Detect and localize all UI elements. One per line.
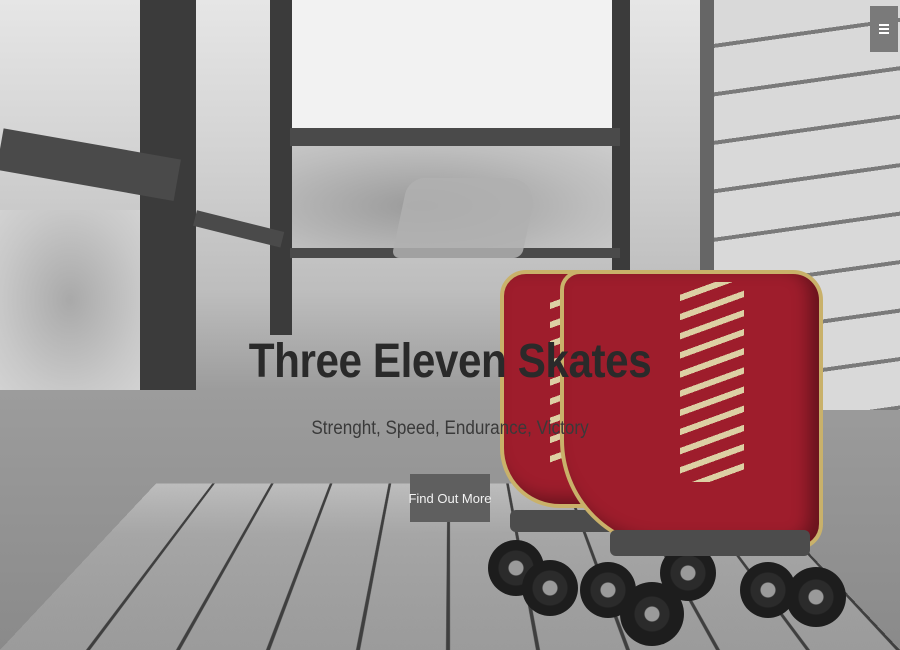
hero-title: Three Eleven Skates bbox=[248, 335, 652, 388]
menu-toggle-button[interactable] bbox=[870, 6, 898, 52]
porch-post-middle bbox=[270, 0, 292, 335]
porch-rail-top bbox=[290, 128, 620, 146]
find-out-more-button[interactable]: Find Out More bbox=[408, 474, 492, 522]
wall-post bbox=[700, 0, 714, 300]
roller-skate-front bbox=[550, 262, 850, 647]
hero-section: Three Eleven Skates Strenght, Speed, End… bbox=[0, 0, 900, 650]
chair-silhouette bbox=[391, 178, 539, 258]
hero-tagline: Strenght, Speed, Endurance, Victory bbox=[311, 418, 589, 439]
skate-plate bbox=[610, 530, 810, 556]
background-sky bbox=[290, 0, 620, 135]
hamburger-menu-icon bbox=[879, 24, 889, 34]
skate-wheel bbox=[786, 567, 846, 627]
skate-wheel bbox=[620, 582, 684, 646]
